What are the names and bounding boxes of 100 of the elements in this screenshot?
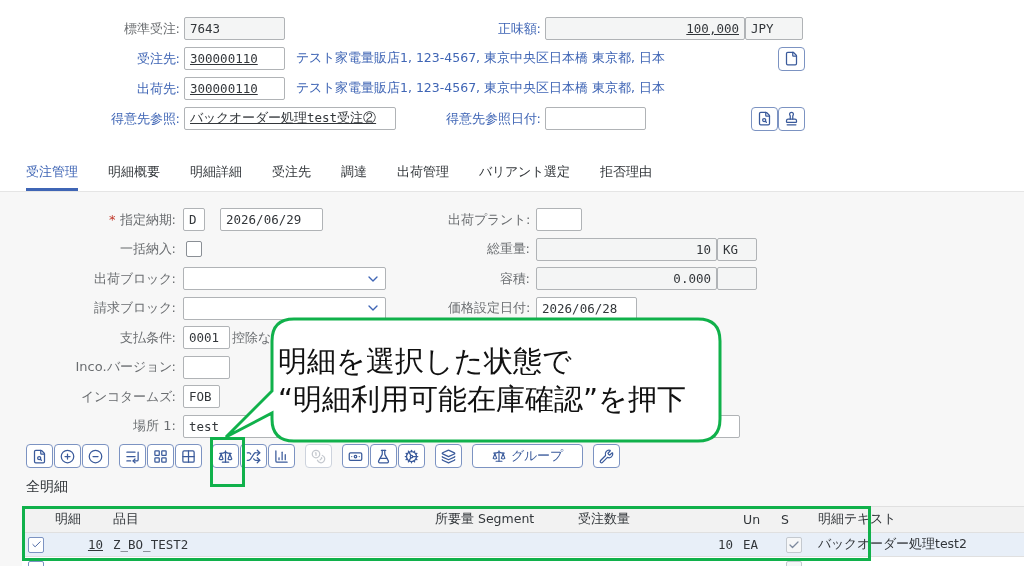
address-text: テスト家電量販店1, 123-4567, 東京中央区日本橋 東京都, 日本 bbox=[296, 80, 666, 97]
field-label: 得意先参照: bbox=[109, 109, 181, 128]
field-label: Inco.バージョン: bbox=[75, 359, 176, 374]
required-mark: * bbox=[109, 211, 116, 227]
input-field[interactable] bbox=[536, 208, 582, 231]
input-field[interactable]: D bbox=[183, 208, 205, 231]
toolbar-button[interactable] bbox=[26, 444, 53, 468]
minus-circle-icon bbox=[88, 448, 103, 464]
input-field[interactable]: バックオーダー処理test受注② bbox=[184, 107, 396, 130]
group-button[interactable]: グループ bbox=[472, 444, 583, 468]
column-header: S bbox=[780, 512, 790, 527]
toolbar-button[interactable] bbox=[82, 444, 109, 468]
field-label: 場所 1: bbox=[133, 418, 176, 433]
grid-icon bbox=[153, 448, 168, 464]
input-field[interactable] bbox=[183, 355, 230, 379]
column-header: 明細 bbox=[54, 511, 82, 528]
grid-outline-icon bbox=[181, 448, 196, 464]
tab[interactable]: 明細概要 bbox=[108, 163, 160, 191]
wrench-icon bbox=[599, 448, 614, 464]
date-field[interactable] bbox=[545, 107, 646, 130]
input-field[interactable]: 300000110 bbox=[184, 77, 285, 100]
field-label: 受注先: bbox=[135, 49, 181, 68]
shuffle-icon bbox=[246, 448, 261, 464]
amount-field: 100,000 bbox=[545, 17, 745, 40]
tab[interactable]: 出荷管理 bbox=[397, 163, 449, 191]
toolbar-button[interactable] bbox=[175, 444, 202, 468]
table-cell-text: 10 bbox=[716, 537, 734, 552]
date-field[interactable]: 2026/06/28 bbox=[536, 296, 637, 320]
dropdown-field[interactable] bbox=[183, 267, 386, 290]
address-text: テスト家電量販店1, 123-4567, 東京中央区日本橋 東京都, 日本 bbox=[296, 50, 666, 67]
layers-icon bbox=[441, 448, 456, 464]
date-field[interactable]: 2026/06/29 bbox=[220, 208, 323, 231]
tab[interactable]: 拒否理由 bbox=[600, 163, 652, 191]
field-label: 請求ブロック: bbox=[93, 300, 176, 315]
bar-chart-icon bbox=[274, 448, 289, 464]
table-cell-text: バックオーダー処理test2 bbox=[817, 536, 968, 553]
scale-icon bbox=[492, 449, 506, 463]
document-search-button[interactable] bbox=[751, 106, 778, 131]
unit-field: KG bbox=[717, 237, 757, 261]
input-field: 10 bbox=[536, 237, 717, 261]
tab[interactable]: 調達 bbox=[341, 163, 367, 191]
table-cell-text: EA bbox=[742, 537, 760, 552]
field-description: 控除な bbox=[232, 328, 271, 347]
toolbar-button[interactable] bbox=[435, 444, 462, 468]
toolbar-button[interactable] bbox=[593, 444, 620, 468]
field-label: 容積: bbox=[498, 269, 531, 288]
document-button[interactable] bbox=[778, 46, 805, 71]
checkbox[interactable] bbox=[186, 241, 202, 257]
input-field: 7643 bbox=[184, 17, 285, 40]
field-label: 得意先参照日付: bbox=[444, 109, 542, 128]
column-header: 品目 bbox=[112, 511, 140, 528]
toolbar-button[interactable] bbox=[119, 444, 146, 468]
input-field: 0.000 bbox=[536, 267, 717, 290]
field-label: 出荷先: bbox=[135, 79, 181, 98]
toolbar-button[interactable] bbox=[54, 444, 81, 468]
input-field[interactable]: 300000110 bbox=[184, 47, 285, 70]
field-label: 正味額: bbox=[496, 19, 542, 38]
field-label: 出荷プラント: bbox=[448, 210, 532, 229]
annotation-frame bbox=[210, 437, 245, 487]
flask-icon bbox=[376, 448, 391, 464]
toolbar-button[interactable] bbox=[342, 444, 369, 468]
toolbar-button[interactable] bbox=[398, 444, 425, 468]
field-label: 出荷ブロック: bbox=[93, 270, 176, 286]
column-header: 明細テキスト bbox=[817, 511, 897, 528]
field-label: 総重量: bbox=[485, 240, 531, 258]
tab[interactable]: バリアント選定 bbox=[479, 163, 570, 191]
table-cell-text: Z_BO_TEST2 bbox=[112, 537, 190, 552]
stamp-icon bbox=[784, 111, 799, 126]
callout-text: 明細を選択した状態で “明細利用可能在庫確認”を押下 bbox=[278, 343, 687, 418]
tab[interactable]: 受注先 bbox=[272, 163, 311, 191]
field-label: 指定納期: bbox=[119, 211, 176, 227]
toolbar-button[interactable] bbox=[370, 444, 397, 468]
document-icon bbox=[784, 51, 799, 66]
field-label: インコタームズ: bbox=[80, 388, 176, 404]
section-title: 全明細 bbox=[25, 477, 69, 496]
input-field[interactable]: 0001 bbox=[183, 326, 230, 349]
document-search-icon bbox=[32, 448, 47, 464]
column-header: 受注数量 bbox=[577, 511, 631, 528]
unit-field bbox=[717, 267, 757, 290]
input-field[interactable]: FOB bbox=[183, 385, 220, 408]
toolbar-button[interactable] bbox=[147, 444, 174, 468]
table-cell-text: 10 bbox=[86, 537, 104, 552]
field-label: 一括納入: bbox=[119, 241, 176, 256]
row-checkbox[interactable] bbox=[28, 536, 44, 553]
indent-icon bbox=[125, 448, 140, 464]
plus-circle-icon bbox=[60, 448, 75, 464]
table-row[interactable]: 10 Z_BO_TEST2 10 EA バックオーダー処理test2 bbox=[22, 533, 1024, 557]
check-icon bbox=[30, 539, 42, 550]
field-label: 支払条件: bbox=[119, 329, 176, 345]
gear-icon bbox=[404, 448, 419, 464]
currency-field: JPY bbox=[745, 17, 803, 40]
coins-icon bbox=[311, 448, 326, 464]
field-label: 標準受注: bbox=[122, 19, 181, 38]
toolbar-button[interactable] bbox=[268, 444, 295, 468]
dropdown-field[interactable] bbox=[183, 296, 386, 320]
column-header: 所要量 Segment bbox=[434, 511, 536, 528]
stamp-button[interactable] bbox=[778, 106, 805, 131]
tab[interactable]: 明細詳細 bbox=[190, 163, 242, 191]
scale-icon bbox=[218, 448, 233, 464]
toolbar-button[interactable] bbox=[212, 444, 239, 468]
